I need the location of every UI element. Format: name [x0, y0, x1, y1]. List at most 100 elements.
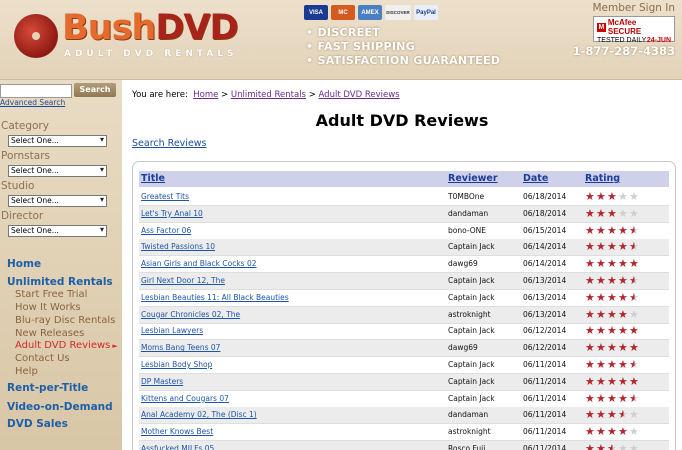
nav-help[interactable]: Help	[15, 366, 38, 377]
star-icon: ★	[629, 190, 639, 203]
review-title-link[interactable]: Cougar Chronicles 02, The	[141, 310, 240, 319]
table-row: Moms Bang Teens 07 dawg69 06/12/2014 ★ ★ ★ ★ ★	[139, 340, 669, 358]
site-header: BushDVD ADULT DVD RENTALS VISA MC AMEX D…	[0, 0, 682, 80]
nav-rent-per-title[interactable]: Rent-per-Title	[7, 382, 88, 394]
member-sign-in-link[interactable]: Member Sign In	[592, 2, 675, 14]
review-title-link[interactable]: Assfucked MILFs 05	[141, 444, 214, 450]
star-icon: ★	[596, 307, 606, 321]
star-icon: ★	[618, 206, 628, 220]
review-title-link[interactable]: Asian Girls and Black Cocks 02	[141, 259, 257, 268]
review-title-link[interactable]: Twisted Passions 10	[141, 242, 215, 251]
mcafee-badge[interactable]: M McAfee SECURE TESTED DAILY 24-JUN	[593, 16, 675, 44]
search-button[interactable]: Search	[74, 83, 116, 97]
review-title-link[interactable]: Girl Next Door 12, The	[141, 276, 225, 285]
director-select[interactable]: Select One...	[8, 225, 107, 237]
review-date: 06/11/2014	[523, 376, 567, 386]
star-icon: ★	[618, 425, 628, 439]
review-title-link[interactable]: Let's Try Anal 10	[141, 209, 203, 218]
table-row: Asian Girls and Black Cocks 02 dawg69 06/1…	[139, 256, 669, 274]
column-rating[interactable]: Rating	[585, 173, 620, 184]
star-icon: ★	[596, 206, 606, 220]
star-icon: ★	[585, 341, 595, 355]
payment-cards: VISA MC AMEX DISCOVER PayPal	[304, 5, 438, 20]
star-icon: ★	[585, 190, 595, 203]
column-reviewer[interactable]: Reviewer	[448, 173, 498, 184]
rating-stars: ★ ★ ★ ★ ★	[585, 342, 640, 354]
rating-stars: ★ ★ ★ ★ ★	[585, 258, 640, 270]
nav-start-free-trial[interactable]: Start Free Trial	[15, 289, 87, 300]
review-title-link[interactable]: Anal Academy 02, The (Disc 1)	[141, 410, 257, 419]
review-date: 06/13/2014	[523, 276, 567, 285]
review-date: 06/11/2014	[523, 393, 567, 403]
rating-stars: ★ ★ ★ ★ ★	[585, 275, 640, 287]
mastercard-icon: MC	[331, 5, 355, 20]
breadcrumb-adult-dvd-reviews[interactable]: Adult DVD Reviews	[319, 90, 400, 100]
nav-home[interactable]: Home	[7, 258, 41, 270]
review-title-link[interactable]: Kittens and Cougars 07	[141, 394, 229, 403]
logo-disc-icon[interactable]	[14, 14, 58, 58]
star-icon: ★	[596, 374, 606, 388]
nav-adult-dvd-reviews[interactable]: Adult DVD Reviews ►	[15, 340, 118, 351]
visa-card-icon: VISA	[304, 5, 328, 20]
nav-video-on-demand[interactable]: Video-on-Demand	[7, 401, 113, 413]
review-title-link[interactable]: Ass Factor 06	[141, 226, 191, 235]
star-icon: ★	[607, 257, 617, 271]
nav-contact-us[interactable]: Contact Us	[15, 353, 70, 364]
mcafee-date: 24-JUN	[646, 37, 671, 44]
star-icon: ★	[607, 190, 617, 203]
column-title[interactable]: Title	[141, 173, 165, 184]
nav-adult-dvd-reviews-label: Adult DVD Reviews	[15, 340, 111, 351]
star-icon: ★	[629, 408, 639, 422]
benefit-item: SATISFACTION GUARANTEED	[306, 54, 500, 68]
breadcrumb-home[interactable]: Home	[193, 90, 218, 100]
review-title-link[interactable]: Moms Bang Teens 07	[141, 343, 220, 352]
review-title-link[interactable]: Mother Knows Best	[141, 427, 213, 436]
star-icon: ★	[629, 223, 639, 237]
site-logo[interactable]: BushDVD	[62, 8, 239, 48]
nav-unlimited-rentals[interactable]: Unlimited Rentals	[7, 276, 113, 288]
review-title-link[interactable]: Greatest Tits	[141, 192, 189, 201]
star-icon: ★	[596, 408, 606, 422]
advanced-search-link[interactable]: Advanced Search	[0, 98, 65, 107]
star-icon: ★	[607, 443, 618, 450]
review-title-link[interactable]: Lesbian Lawyers	[141, 326, 203, 335]
star-icon: ★	[607, 408, 617, 422]
studio-select[interactable]: Select One...	[8, 195, 107, 207]
star-icon: ★	[596, 274, 606, 287]
table-row: Kittens and Cougars 07 Captain Jack 06/11/…	[139, 391, 669, 408]
column-date[interactable]: Date	[523, 173, 548, 184]
review-date: 06/18/2014	[523, 192, 567, 201]
amex-card-icon: AMEX	[358, 5, 382, 20]
star-icon: ★	[607, 290, 617, 304]
star-icon: ★	[629, 257, 639, 271]
review-title-link[interactable]: Lesbian Beauties 11: All Black Beauties	[141, 293, 289, 302]
star-icon: ★	[629, 358, 639, 371]
nav-new-releases[interactable]: New Releases	[15, 328, 84, 339]
star-icon: ★	[585, 274, 595, 287]
star-icon: ★	[629, 341, 639, 355]
review-date: 06/11/2014	[523, 444, 567, 450]
reviewer-name: astroknight	[448, 427, 491, 437]
search-reviews-link[interactable]: Search Reviews	[132, 138, 207, 149]
breadcrumb: You are here: Home > Unlimited Rentals >…	[132, 90, 400, 100]
category-select[interactable]: Select One...	[8, 135, 107, 147]
table-row: Lesbian Lawyers Captain Jack 06/12/2014 ★ ★ ★…	[139, 323, 669, 341]
star-icon: ★	[607, 324, 617, 338]
filter-label-category: Category	[1, 120, 49, 132]
search-input[interactable]	[0, 84, 72, 98]
pornstars-select[interactable]: Select One...	[8, 165, 107, 177]
breadcrumb-unlimited-rentals[interactable]: Unlimited Rentals	[231, 90, 306, 100]
nav-how-it-works[interactable]: How It Works	[15, 302, 81, 313]
reviewer-name: Captain Jack	[448, 393, 495, 403]
review-date: 06/11/2014	[523, 427, 567, 437]
sidebar: Search Advanced Search Category Select O…	[0, 80, 122, 450]
review-title-link[interactable]: DP Masters	[141, 377, 183, 386]
review-title-link[interactable]: Lesbian Body Shop	[141, 360, 212, 369]
table-row: Cougar Chronicles 02, The astroknight 06/1…	[139, 306, 669, 324]
review-date: 06/15/2014	[523, 225, 567, 235]
star-icon: ★	[618, 240, 628, 254]
nav-dvd-sales[interactable]: DVD Sales	[7, 418, 68, 430]
table-row: Assfucked MILFs 05 Rosco Fuji 06/11/2014 ★ ★…	[139, 441, 669, 450]
nav-blu-ray-rentals[interactable]: Blu-ray Disc Rentals	[15, 315, 115, 326]
star-icon: ★	[629, 374, 639, 388]
